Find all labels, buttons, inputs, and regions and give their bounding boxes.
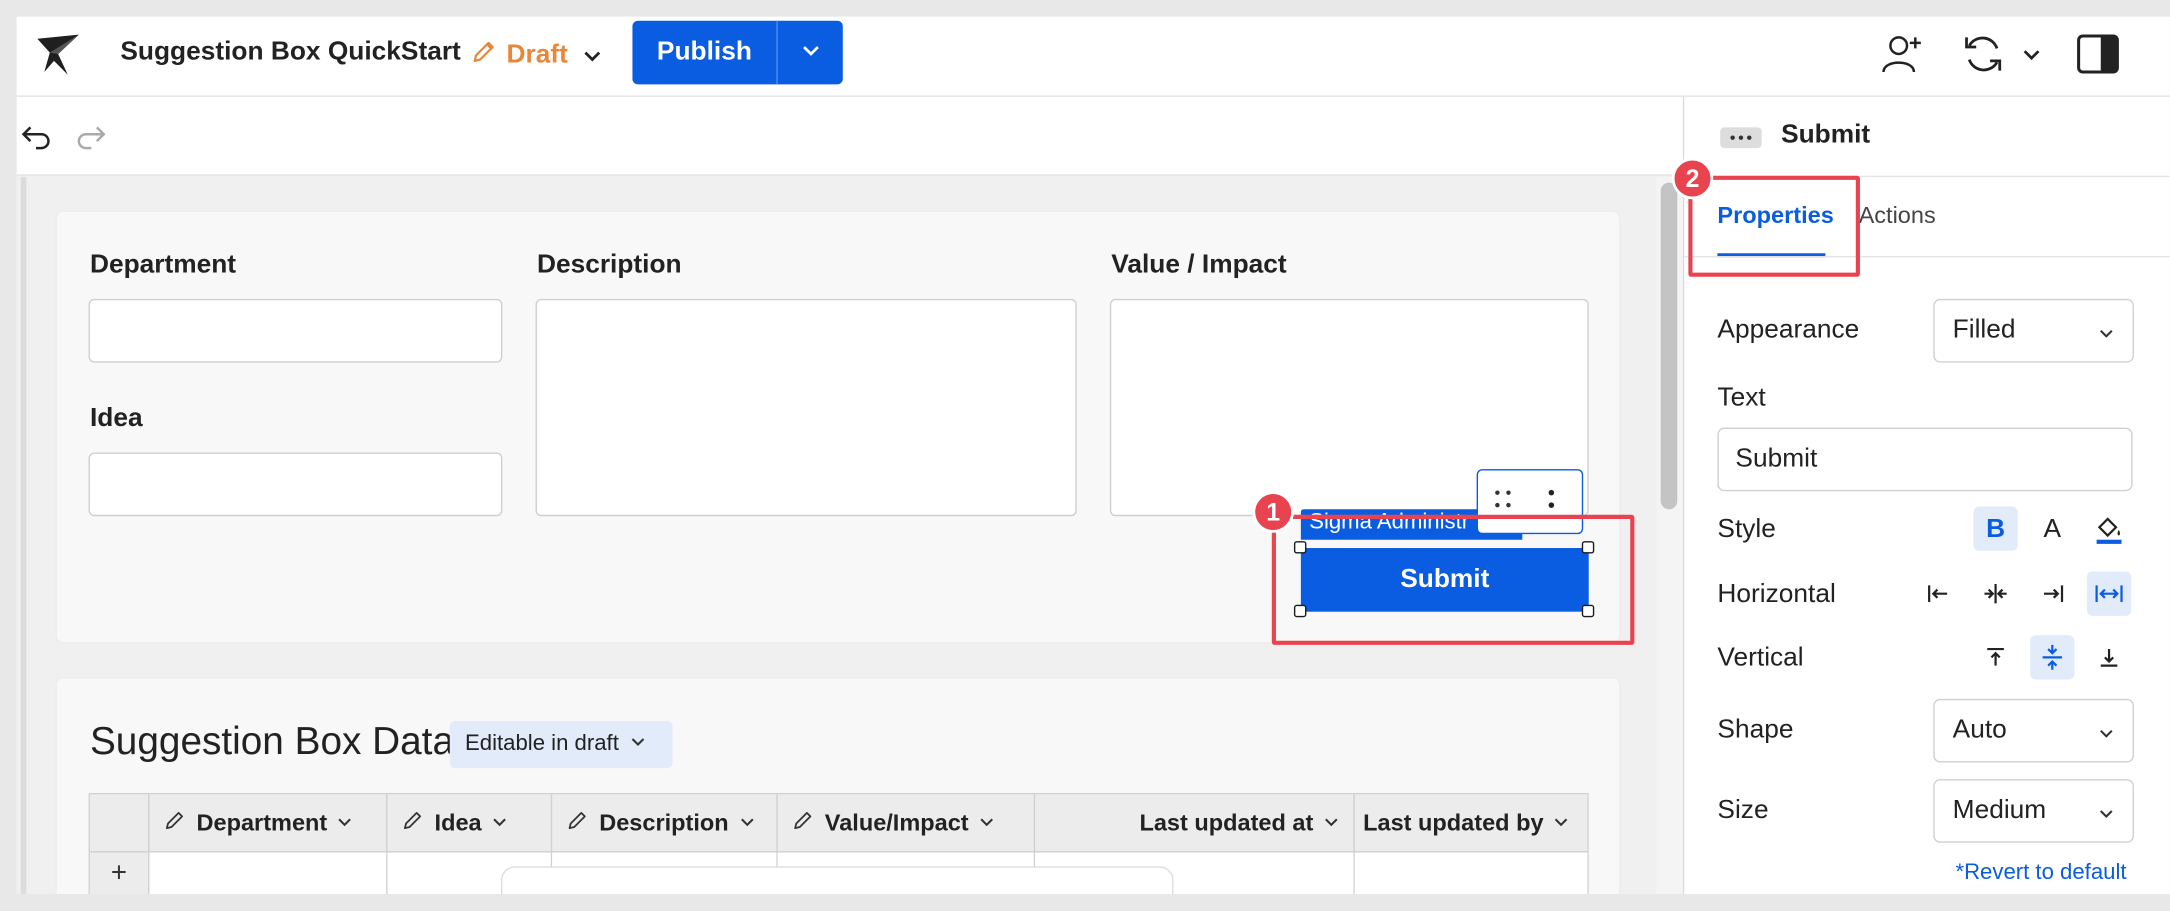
align-center-icon[interactable] bbox=[1973, 572, 2017, 616]
column-header-last-updated-by[interactable]: Last updated by bbox=[1355, 794, 1587, 852]
chevron-down-icon bbox=[2097, 721, 2116, 740]
chevron-down-icon bbox=[2097, 321, 2116, 340]
callout-badge: 2 bbox=[1671, 157, 1714, 200]
size-label: Size bbox=[1717, 795, 1769, 825]
appearance-value: Filled bbox=[1952, 315, 2016, 345]
row-header-corner bbox=[90, 794, 150, 853]
align-left-icon[interactable] bbox=[1917, 572, 1961, 616]
draft-label: Draft bbox=[506, 40, 568, 70]
idea-input[interactable] bbox=[88, 452, 503, 517]
edit-toolbar bbox=[16, 96, 1683, 176]
text-input[interactable]: Submit bbox=[1717, 427, 2133, 492]
shape-value: Auto bbox=[1952, 715, 2007, 745]
align-top-icon[interactable] bbox=[1973, 635, 2017, 679]
align-stretch-icon[interactable] bbox=[2086, 571, 2132, 616]
chevron-down-icon bbox=[491, 810, 508, 838]
redo-icon[interactable] bbox=[75, 119, 108, 152]
department-input[interactable] bbox=[88, 298, 503, 363]
editable-badge-label: Editable in draft bbox=[464, 732, 619, 756]
undo-icon[interactable] bbox=[19, 119, 52, 152]
chevron-down-icon bbox=[1553, 810, 1570, 838]
floating-bar bbox=[500, 866, 1174, 894]
svg-text:B: B bbox=[1986, 515, 2005, 543]
panel-toggle-icon[interactable] bbox=[2076, 33, 2120, 75]
callout-badge: 1 bbox=[1252, 491, 1294, 533]
chevron-down-icon bbox=[799, 38, 821, 67]
panel-title[interactable]: Submit bbox=[1781, 120, 1870, 150]
element-type-icon bbox=[1720, 127, 1762, 149]
description-label: Description bbox=[536, 250, 682, 280]
align-bottom-icon[interactable] bbox=[2087, 635, 2131, 679]
column-header-label: Last updated by bbox=[1363, 809, 1544, 836]
style-label: Style bbox=[1717, 514, 1776, 544]
appearance-label: Appearance bbox=[1717, 315, 1860, 345]
size-value: Medium bbox=[1952, 795, 2047, 825]
chevron-down-icon bbox=[337, 810, 354, 838]
description-input[interactable] bbox=[535, 298, 1077, 517]
add-user-icon[interactable] bbox=[1879, 30, 1926, 77]
value-impact-label: Value / Impact bbox=[1111, 250, 1287, 280]
column-header-label: Department bbox=[196, 809, 328, 836]
pencil-icon bbox=[792, 808, 816, 838]
pencil-icon bbox=[401, 808, 425, 838]
callout-highlight bbox=[1271, 514, 1635, 645]
bold-icon[interactable]: B bbox=[1973, 506, 2018, 551]
scrollbar-thumb[interactable] bbox=[1660, 182, 1678, 510]
table-cell[interactable] bbox=[149, 852, 388, 894]
editable-badge[interactable]: Editable in draft bbox=[449, 721, 673, 769]
sigma-logo-icon[interactable] bbox=[33, 30, 83, 80]
shape-label: Shape bbox=[1717, 715, 1794, 745]
properties-panel: Submit Properties Actions Appearance Fil… bbox=[1682, 96, 2170, 894]
draft-status[interactable]: Draft bbox=[471, 37, 568, 73]
pencil-icon bbox=[471, 37, 499, 73]
revert-to-default-link[interactable]: *Revert to default bbox=[1955, 861, 2126, 886]
chevron-down-icon[interactable] bbox=[2020, 43, 2042, 65]
table-title: Suggestion Box Data bbox=[89, 719, 455, 763]
column-header-value-impact[interactable]: Value/Impact bbox=[778, 794, 1036, 853]
chevron-down-icon bbox=[978, 810, 995, 838]
idea-label: Idea bbox=[89, 404, 143, 434]
chevron-down-icon[interactable] bbox=[581, 44, 603, 66]
publish-options-button[interactable] bbox=[778, 21, 843, 85]
column-header-label: Idea bbox=[434, 809, 482, 836]
tab-actions[interactable]: Actions bbox=[1859, 202, 1936, 230]
column-header-label: Value/Impact bbox=[824, 809, 969, 836]
refresh-icon[interactable] bbox=[1960, 30, 2007, 77]
size-select[interactable]: Medium bbox=[1933, 779, 2134, 843]
document-title[interactable]: Suggestion Box QuickStart bbox=[120, 37, 460, 67]
vertical-label: Vertical bbox=[1717, 643, 1804, 673]
align-right-icon[interactable] bbox=[2030, 572, 2074, 616]
pencil-icon bbox=[163, 808, 187, 838]
pencil-icon bbox=[566, 808, 590, 838]
publish-button[interactable]: Publish bbox=[632, 21, 776, 85]
fill-color-icon[interactable] bbox=[2087, 507, 2131, 551]
app-window: Suggestion Box QuickStart Draft Publish bbox=[16, 16, 2170, 894]
top-bar: Suggestion Box QuickStart Draft Publish bbox=[16, 16, 2170, 97]
chevron-down-icon bbox=[738, 810, 755, 838]
department-label: Department bbox=[89, 250, 237, 280]
table-cell[interactable] bbox=[1354, 852, 1588, 894]
callout-highlight bbox=[1688, 175, 1860, 277]
chevron-down-icon bbox=[630, 732, 647, 757]
add-row-button[interactable]: + bbox=[89, 852, 150, 894]
column-header-idea[interactable]: Idea bbox=[387, 794, 553, 853]
chevron-down-icon bbox=[1323, 810, 1340, 838]
text-label: Text bbox=[1717, 383, 1766, 413]
column-header-label: Description bbox=[599, 809, 729, 836]
publish-button-group: Publish bbox=[632, 20, 843, 85]
column-header-department[interactable]: Department bbox=[149, 794, 388, 853]
horizontal-label: Horizontal bbox=[1717, 579, 1836, 609]
column-header-label: Last updated at bbox=[1139, 809, 1314, 836]
text-color-icon[interactable]: A bbox=[2030, 507, 2074, 551]
align-middle-icon[interactable] bbox=[2030, 635, 2075, 680]
column-header-last-updated-at[interactable]: Last updated at bbox=[1035, 794, 1355, 853]
chevron-down-icon bbox=[2097, 801, 2116, 820]
column-header-description[interactable]: Description bbox=[552, 794, 778, 853]
svg-text:A: A bbox=[2044, 515, 2062, 543]
appearance-select[interactable]: Filled bbox=[1933, 298, 2134, 363]
left-edge bbox=[20, 177, 27, 894]
shape-select[interactable]: Auto bbox=[1933, 698, 2134, 763]
